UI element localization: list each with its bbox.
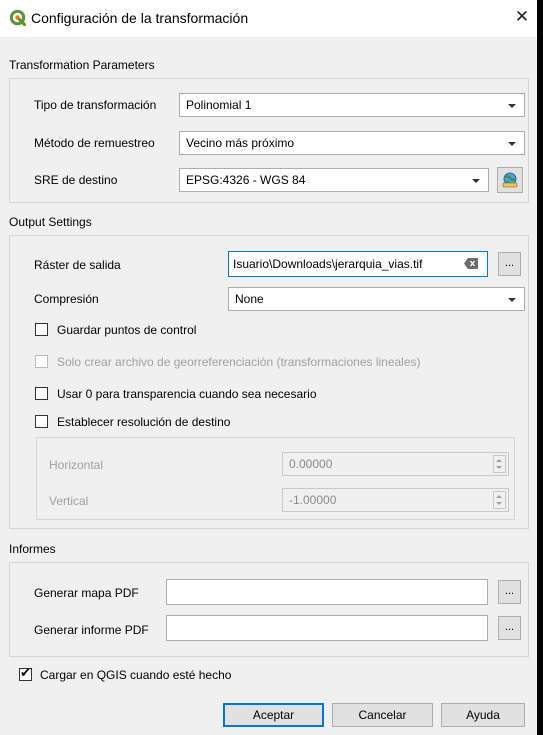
chevron-down-icon (508, 142, 516, 146)
resample-method-value: Vecino más próximo (186, 136, 295, 150)
chevron-down-icon (472, 179, 480, 183)
transformation-type-select[interactable]: Polinomial 1 (179, 93, 525, 117)
horizontal-resolution-spinbox[interactable]: 0.00000 (282, 452, 509, 476)
chevron-down-icon (508, 104, 516, 108)
vertical-resolution-value: -1.00000 (289, 493, 337, 507)
transformation-type-label: Tipo de transformación (34, 98, 157, 112)
pdf-report-browse-button[interactable]: ... (498, 616, 521, 640)
checkmark-icon: ✔ (20, 665, 31, 680)
load-in-qgis-label: Cargar en QGIS cuando esté hecho (40, 668, 232, 682)
select-crs-button[interactable] (497, 167, 523, 193)
worldfile-only-label: Solo crear archivo de georreferenciación… (57, 355, 421, 369)
compression-select[interactable]: None (228, 287, 525, 311)
pdf-map-label: Generar mapa PDF (34, 586, 139, 600)
output-raster-browse-button[interactable]: ... (498, 252, 521, 276)
zero-transparency-label: Usar 0 para transparencia cuando sea nec… (57, 387, 317, 401)
output-raster-input[interactable] (231, 254, 463, 274)
pdf-report-field[interactable] (166, 615, 488, 641)
spin-arrows-icon[interactable] (493, 455, 506, 473)
compression-label: Compresión (34, 292, 99, 306)
target-resolution-checkbox[interactable] (35, 415, 48, 428)
zero-transparency-checkbox[interactable] (35, 387, 48, 400)
horizontal-resolution-value: 0.00000 (289, 457, 333, 471)
worldfile-only-checkbox[interactable] (35, 355, 48, 368)
resample-method-select[interactable]: Vecino más próximo (179, 131, 525, 155)
output-section-heading: Output Settings (9, 215, 92, 229)
projection-globe-icon (502, 172, 518, 188)
pdf-map-browse-button[interactable]: ... (498, 580, 521, 604)
help-button[interactable]: Ayuda (441, 703, 525, 727)
horizontal-resolution-label: Horizontal (49, 458, 104, 472)
dialog-window: Configuración de la transformación ✕ Tra… (0, 0, 537, 735)
transformation-section-heading: Transformation Parameters (9, 58, 155, 72)
target-crs-select[interactable]: EPSG:4326 - WGS 84 (179, 168, 489, 192)
target-resolution-label: Establecer resolución de destino (57, 415, 231, 429)
qgis-logo-icon (10, 10, 26, 26)
load-in-qgis-checkbox[interactable]: ✔ (19, 665, 32, 681)
output-raster-label: Ráster de salida (34, 258, 121, 272)
reports-section-heading: Informes (9, 542, 56, 556)
target-crs-label: SRE de destino (34, 173, 118, 187)
save-gcp-checkbox[interactable] (35, 323, 48, 336)
title-bar: Configuración de la transformación ✕ (0, 0, 537, 37)
save-gcp-label: Guardar puntos de control (57, 323, 197, 337)
reports-group (9, 562, 529, 657)
pdf-map-input[interactable] (169, 582, 463, 602)
dialog-title: Configuración de la transformación (31, 10, 249, 26)
chevron-down-icon (508, 298, 516, 302)
compression-value: None (235, 292, 264, 306)
pdf-report-input[interactable] (169, 618, 463, 638)
target-crs-value: EPSG:4326 - WGS 84 (186, 173, 306, 187)
output-raster-field[interactable] (228, 251, 488, 277)
spin-arrows-icon[interactable] (493, 491, 506, 509)
ok-button[interactable]: Aceptar (223, 703, 324, 727)
resample-method-label: Método de remuestreo (34, 136, 155, 150)
vertical-resolution-label: Vertical (49, 494, 89, 508)
transformation-type-value: Polinomial 1 (186, 98, 252, 112)
pdf-report-label: Generar informe PDF (34, 623, 149, 637)
vertical-resolution-spinbox[interactable]: -1.00000 (282, 488, 509, 512)
clear-icon[interactable] (464, 258, 478, 269)
pdf-map-field[interactable] (166, 579, 488, 605)
close-icon[interactable]: ✕ (511, 6, 533, 28)
cancel-button[interactable]: Cancelar (332, 703, 433, 727)
